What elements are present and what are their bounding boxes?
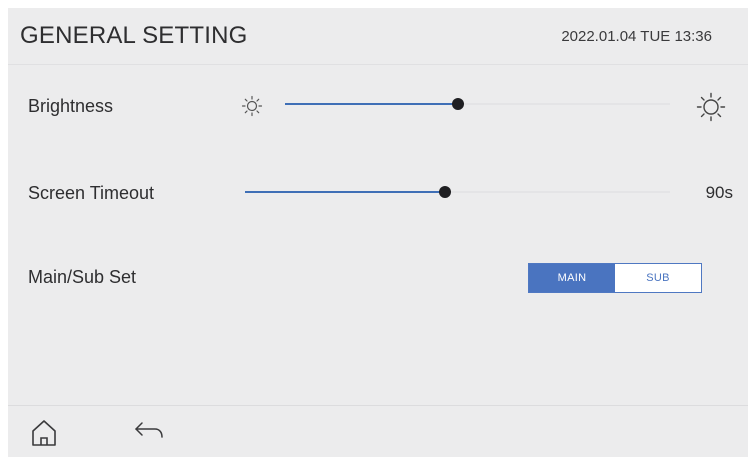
main-sub-set-label: Main/Sub Set: [28, 267, 137, 287]
header-bar: GENERAL SETTING 2022.01.04 TUE 13:36: [8, 8, 748, 65]
sun-small-icon: [241, 95, 263, 117]
brightness-label: Brightness: [28, 96, 114, 116]
brightness-slider-knob[interactable]: [452, 98, 465, 110]
footer-bar: [8, 405, 748, 458]
back-arrow-icon[interactable]: [133, 420, 165, 444]
datetime-display: 2022.01.04 TUE 13:36: [561, 28, 712, 45]
screen-timeout-label: Screen Timeout: [28, 183, 155, 203]
home-icon[interactable]: [30, 418, 58, 448]
sun-large-icon: [696, 92, 726, 122]
brightness-slider-fill: [285, 103, 459, 105]
screen-timeout-value: 90s: [705, 183, 733, 202]
brightness-slider[interactable]: [285, 98, 670, 110]
settings-screen: GENERAL SETTING 2022.01.04 TUE 13:36 Bri…: [8, 8, 748, 457]
page-title: GENERAL SETTING: [20, 22, 248, 49]
screen-timeout-slider-knob[interactable]: [438, 186, 451, 198]
main-sub-toggle: MAIN SUB: [528, 263, 702, 293]
toggle-option-sub[interactable]: SUB: [615, 264, 701, 292]
screen-timeout-slider[interactable]: [245, 186, 670, 198]
toggle-option-main[interactable]: MAIN: [529, 264, 615, 292]
screen-timeout-slider-fill: [245, 191, 445, 193]
